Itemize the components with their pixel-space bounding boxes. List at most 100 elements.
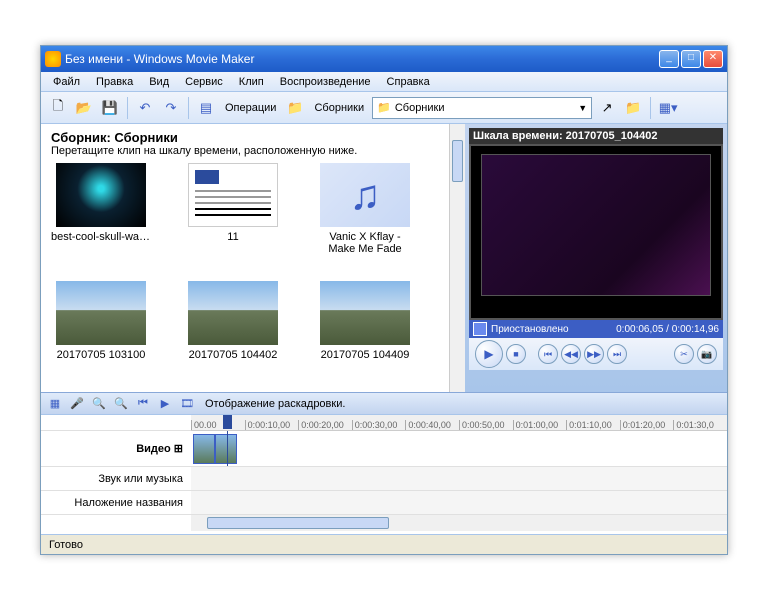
audio-track[interactable] (191, 467, 727, 491)
save-button[interactable]: 💾 (99, 97, 121, 119)
app-window: Без имени - Windows Movie Maker _ □ ✕ Фа… (40, 45, 728, 555)
collections-icon[interactable]: 📁 (284, 97, 306, 119)
up-level-button[interactable]: ↗ (596, 97, 618, 119)
timeline-clip[interactable] (193, 434, 215, 464)
preview-pane: Шкала времени: 20170705_104402 Приостано… (465, 124, 727, 392)
clip-thumbnail[interactable]: 11 (183, 163, 283, 255)
title-overlay-track[interactable] (191, 491, 727, 515)
thumbnail-grid: best-cool-skull-wallpap... 11 Vanic X Kf… (51, 163, 439, 361)
time-tick: 0:00:20,00 (298, 420, 352, 430)
clip-thumbnail[interactable]: 20170705 103100 (51, 281, 151, 361)
storyboard-label[interactable]: Отображение раскадровки. (205, 398, 345, 410)
minimize-button[interactable]: _ (659, 50, 679, 68)
time-tick: 00.00 (191, 420, 245, 430)
zoom-out-button[interactable]: 🔍 (113, 396, 129, 412)
title-track-label: Наложение названия (41, 491, 191, 515)
folder-icon: 📁 (377, 101, 391, 114)
forward-button[interactable]: ▶▶ (584, 344, 604, 364)
timeline-tool-1[interactable]: ▦ (47, 396, 63, 412)
clip-thumbnail[interactable]: 20170705 104402 (183, 281, 283, 361)
status-icon (473, 322, 487, 336)
preview-title: Шкала времени: 20170705_104402 (469, 128, 723, 144)
video-track[interactable] (191, 431, 727, 467)
next-button[interactable]: ⏭ (607, 344, 627, 364)
timeline-play-button[interactable]: ▶ (157, 396, 173, 412)
split-button[interactable]: ✂ (674, 344, 694, 364)
menu-edit[interactable]: Правка (88, 74, 141, 90)
operations-label[interactable]: Операции (221, 102, 280, 114)
thumbnail-label: 20170705 104402 (183, 349, 283, 361)
zoom-in-button[interactable]: 🔍 (91, 396, 107, 412)
thumbnail-image (56, 163, 146, 227)
thumbnail-image (320, 163, 410, 227)
playback-time: 0:00:06,05 / 0:00:14,96 (616, 324, 719, 335)
toolbar-separator (127, 97, 128, 119)
timeline-labels: Видео ⊞ Звук или музыка Наложение назван… (41, 415, 191, 534)
main-area: Сборник: Сборники Перетащите клип на шка… (41, 124, 727, 392)
stop-button[interactable]: ■ (506, 344, 526, 364)
time-tick: 0:00:50,00 (459, 420, 513, 430)
time-tick: 0:01:20,00 (620, 420, 674, 430)
collections-combo[interactable]: 📁 Сборники ▼ (372, 97, 592, 119)
playback-status: Приостановлено (491, 324, 569, 335)
open-button[interactable]: 📂 (73, 97, 95, 119)
redo-button[interactable]: ↷ (160, 97, 182, 119)
time-tick: 0:01:00,00 (513, 420, 567, 430)
statusbar: Готово (41, 534, 727, 554)
time-tick: 0:01:30,0 (673, 420, 727, 430)
play-button[interactable]: ▶ (475, 340, 503, 368)
menu-view[interactable]: Вид (141, 74, 177, 90)
tasks-icon[interactable]: ▤ (195, 97, 217, 119)
thumbnail-label: 20170705 104409 (315, 349, 415, 361)
undo-button[interactable]: ↶ (134, 97, 156, 119)
maximize-button[interactable]: □ (681, 50, 701, 68)
menu-file[interactable]: Файл (45, 74, 88, 90)
timeline-tracks[interactable]: 00.00 0:00:10,00 0:00:20,00 0:00:30,00 0… (191, 415, 727, 534)
collection-hint: Перетащите клип на шкалу времени, распол… (51, 145, 439, 157)
app-icon (45, 51, 61, 67)
titlebar[interactable]: Без имени - Windows Movie Maker _ □ ✕ (41, 46, 727, 72)
timeline-clip[interactable] (215, 434, 237, 464)
thumbnail-label: 20170705 103100 (51, 349, 151, 361)
combo-value: Сборники (395, 102, 445, 114)
new-folder-button[interactable]: 📁 (622, 97, 644, 119)
time-ruler[interactable]: 00.00 0:00:10,00 0:00:20,00 0:00:30,00 0… (191, 415, 727, 431)
view-mode-button[interactable]: ▦▾ (657, 97, 679, 119)
menu-help[interactable]: Справка (379, 74, 438, 90)
new-button[interactable]: 🗋 (47, 97, 69, 119)
clip-thumbnail[interactable]: Vanic X Kflay - Make Me Fade (315, 163, 415, 255)
horizontal-scrollbar[interactable] (191, 515, 727, 531)
window-title: Без имени - Windows Movie Maker (65, 52, 659, 66)
collections-label[interactable]: Сборники (310, 102, 368, 114)
window-controls: _ □ ✕ (659, 50, 723, 68)
status-text: Готово (49, 539, 83, 551)
vertical-scrollbar[interactable] (449, 124, 465, 392)
preview-status-bar: Приостановлено 0:00:06,05 / 0:00:14,96 (469, 320, 723, 338)
thumbnail-image (188, 163, 278, 227)
video-track-label: Видео ⊞ (41, 431, 191, 467)
preview-screen[interactable] (469, 144, 723, 320)
narrate-button[interactable]: 🎤 (69, 396, 85, 412)
clip-thumbnail[interactable]: best-cool-skull-wallpap... (51, 163, 151, 255)
collection-pane: Сборник: Сборники Перетащите клип на шка… (41, 124, 449, 392)
menu-clip[interactable]: Клип (231, 74, 272, 90)
storyboard-icon[interactable]: 🎞 (179, 396, 195, 412)
thumbnail-image (320, 281, 410, 345)
playhead[interactable] (227, 431, 228, 466)
clip-thumbnail[interactable]: 20170705 104409 (315, 281, 415, 361)
toolbar-separator (188, 97, 189, 119)
time-tick: 0:01:10,00 (566, 420, 620, 430)
menu-service[interactable]: Сервис (177, 74, 231, 90)
audio-track-label: Звук или музыка (41, 467, 191, 491)
time-tick: 0:00:40,00 (405, 420, 459, 430)
menu-play[interactable]: Воспроизведение (272, 74, 379, 90)
rewind-button[interactable]: ◀◀ (561, 344, 581, 364)
thumbnail-label: 11 (183, 231, 283, 243)
time-tick: 0:00:10,00 (245, 420, 299, 430)
timeline-rewind-button[interactable]: ⏮ (135, 396, 151, 412)
thumbnail-label: best-cool-skull-wallpap... (51, 231, 151, 243)
prev-button[interactable]: ⏮ (538, 344, 558, 364)
preview-controls: ▶ ■ ⏮ ◀◀ ▶▶ ⏭ ✂ 📷 (469, 338, 723, 370)
snapshot-button[interactable]: 📷 (697, 344, 717, 364)
close-button[interactable]: ✕ (703, 50, 723, 68)
